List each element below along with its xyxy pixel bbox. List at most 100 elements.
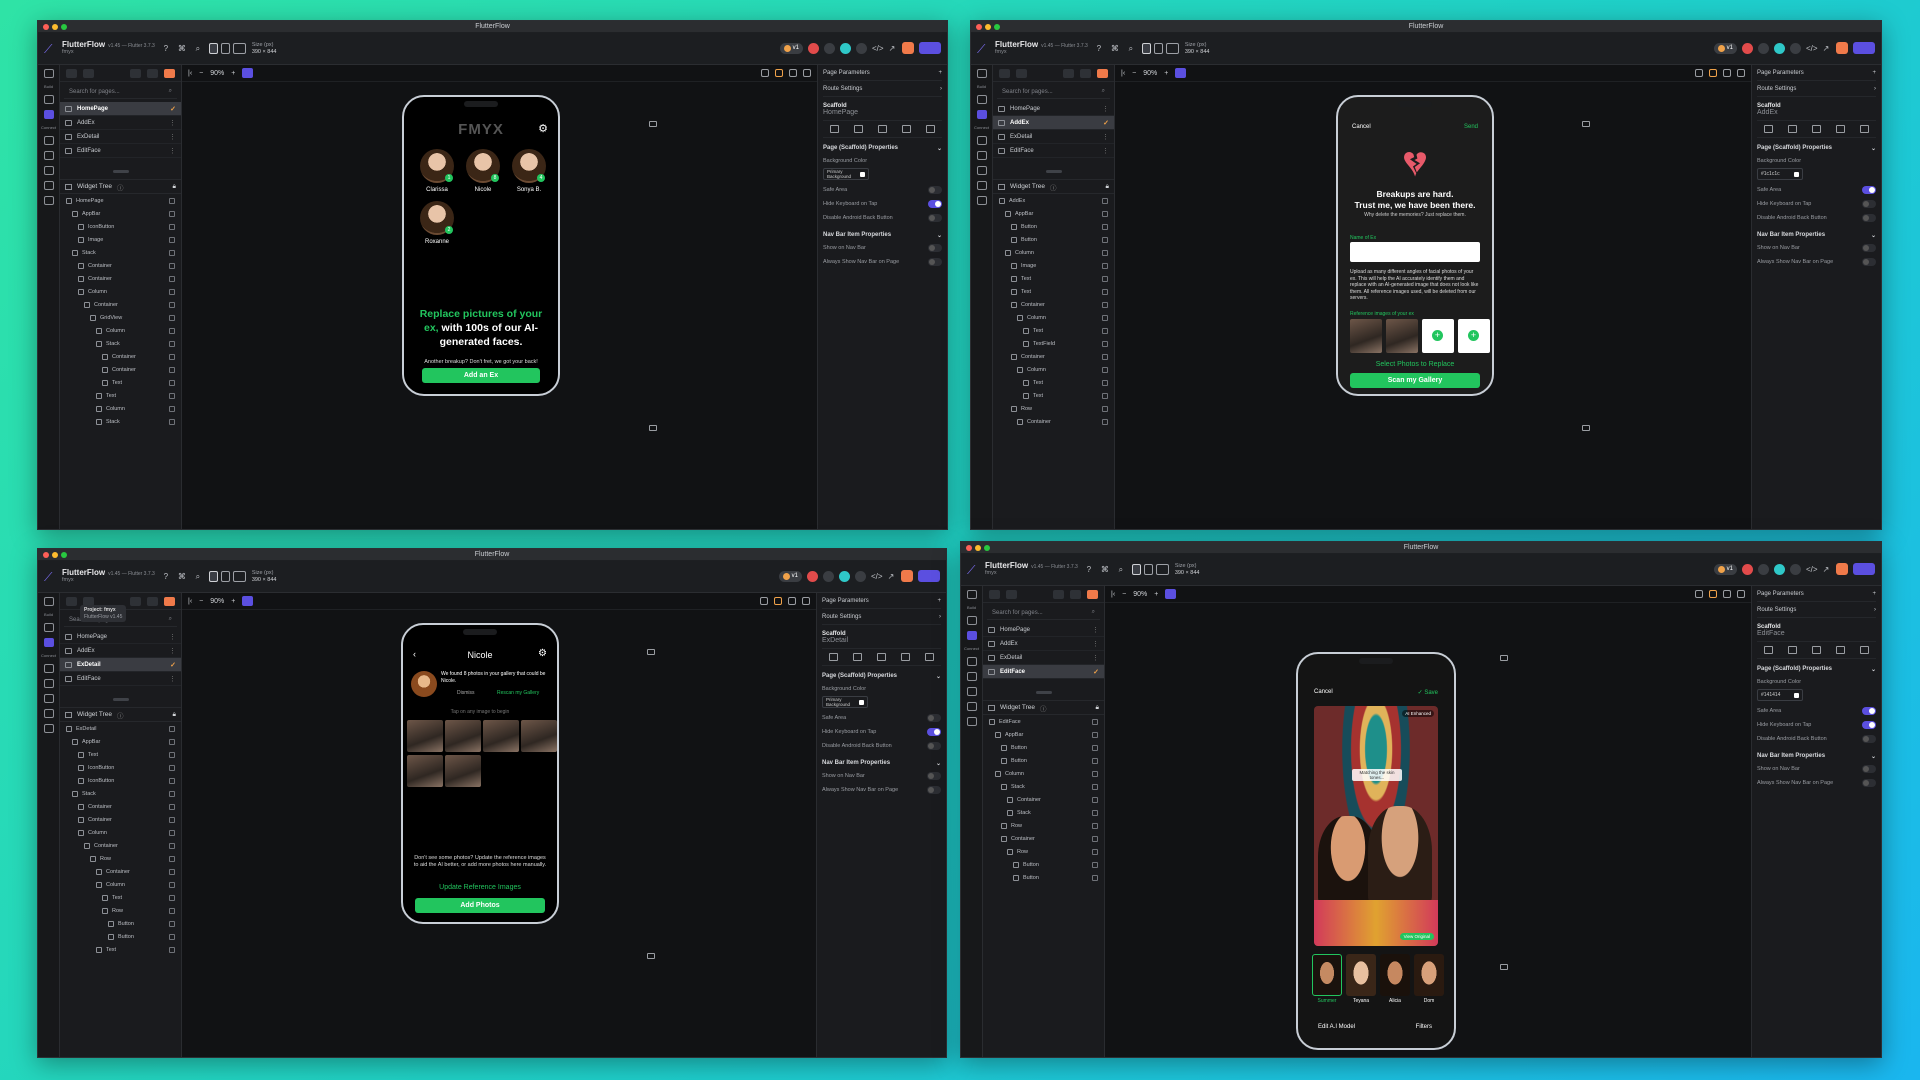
- zoom-out-button[interactable]: −: [199, 598, 203, 605]
- tree-node[interactable]: Column: [993, 363, 1114, 376]
- tree-node[interactable]: Row: [983, 819, 1104, 832]
- tree-node[interactable]: HomePage: [60, 194, 181, 207]
- tree-node[interactable]: Container: [993, 350, 1114, 363]
- name-of-ex-input[interactable]: [1350, 242, 1480, 262]
- wrap-icon[interactable]: [169, 223, 175, 230]
- wrap-icon[interactable]: [169, 210, 175, 217]
- tablet-icon[interactable]: [1723, 69, 1731, 77]
- wrap-icon[interactable]: [1102, 379, 1108, 386]
- device-selector[interactable]: [208, 571, 246, 582]
- help-icon[interactable]: ?: [161, 44, 171, 53]
- list-view-icon[interactable]: [1080, 68, 1091, 78]
- wrap-icon[interactable]: [169, 868, 175, 875]
- wrap-icon[interactable]: [1092, 874, 1098, 881]
- tree-node[interactable]: Container: [993, 298, 1114, 311]
- tree-node[interactable]: Container: [60, 259, 181, 272]
- zoom-in-button[interactable]: +: [231, 70, 235, 77]
- edit-ai-model-button[interactable]: Edit A.I Model: [1318, 1024, 1355, 1030]
- alert-icon[interactable]: [1742, 42, 1753, 54]
- frame-toggle-icon[interactable]: [647, 649, 655, 655]
- wrap-icon[interactable]: [169, 405, 175, 412]
- wrap-icon[interactable]: [169, 907, 175, 914]
- tree-node[interactable]: Stack: [983, 806, 1104, 819]
- theme-icon[interactable]: [43, 709, 54, 718]
- tree-node[interactable]: GridView: [60, 311, 181, 324]
- add-reference-button[interactable]: +: [1422, 319, 1454, 353]
- safe-area-toggle[interactable]: [1862, 186, 1876, 194]
- tree-node[interactable]: Text: [993, 285, 1114, 298]
- api-icon[interactable]: [43, 151, 54, 160]
- scaffold-properties-header[interactable]: Page (Scaffold) Properties ⌄: [1757, 142, 1876, 154]
- device-frame-icon[interactable]: [774, 597, 782, 605]
- tree-node[interactable]: Button: [983, 754, 1104, 767]
- window-controls[interactable]: [43, 552, 67, 558]
- pages-icon[interactable]: [966, 616, 977, 625]
- gear-icon[interactable]: ⚙: [538, 648, 547, 659]
- tree-node[interactable]: Container: [983, 793, 1104, 806]
- save-button[interactable]: ✓ Save: [1418, 689, 1438, 696]
- tree-node[interactable]: ExDetail: [60, 722, 181, 735]
- tree-node[interactable]: IconButton: [60, 220, 181, 233]
- tree-node[interactable]: Text: [993, 376, 1114, 389]
- wrap-icon[interactable]: [1092, 770, 1098, 777]
- theme-toggle-icon[interactable]: [761, 69, 769, 77]
- show-nav-toggle[interactable]: [927, 772, 941, 780]
- page-item-addex[interactable]: AddEx ⋮: [60, 644, 181, 658]
- theme-icon[interactable]: [976, 181, 987, 190]
- app-icon[interactable]: [976, 69, 987, 78]
- command-icon[interactable]: ⌘: [177, 44, 187, 53]
- theme-toggle-icon[interactable]: [760, 597, 768, 605]
- reference-image[interactable]: [1386, 319, 1418, 353]
- always-nav-toggle[interactable]: [1862, 779, 1876, 787]
- settings-icon[interactable]: [966, 717, 977, 726]
- safe-area-toggle[interactable]: [927, 714, 941, 722]
- wrap-icon[interactable]: [169, 816, 175, 823]
- device-frame-icon[interactable]: [1709, 69, 1717, 77]
- search-icon[interactable]: ⌕: [1116, 565, 1126, 575]
- keyboard-icon[interactable]: [647, 953, 655, 959]
- run-button[interactable]: [1853, 42, 1875, 54]
- wrap-icon[interactable]: [1092, 848, 1098, 855]
- tree-node[interactable]: Row: [60, 852, 181, 865]
- version-pill[interactable]: v1: [778, 570, 802, 582]
- tree-node[interactable]: Button: [993, 233, 1114, 246]
- page-item-exdetail[interactable]: ExDetail ✓: [60, 658, 181, 672]
- open-external-icon[interactable]: ↗: [886, 572, 896, 581]
- tree-node[interactable]: Column: [993, 246, 1114, 259]
- bg-color-picker[interactable]: #141414: [1757, 689, 1803, 701]
- wrap-icon[interactable]: [169, 790, 175, 797]
- wrap-icon[interactable]: [169, 842, 175, 849]
- tree-node[interactable]: TextField: [993, 337, 1114, 350]
- wrap-icon[interactable]: [169, 249, 175, 256]
- reference-image[interactable]: [1350, 319, 1382, 353]
- scaffold-properties-header[interactable]: Page (Scaffold) Properties ⌄: [1757, 663, 1876, 675]
- tree-node[interactable]: Text: [60, 376, 181, 389]
- code-icon[interactable]: </>: [871, 572, 883, 581]
- nav-bar-properties-header[interactable]: Nav Bar Item Properties ⌄: [1757, 750, 1876, 762]
- wrap-icon[interactable]: [1102, 366, 1108, 373]
- dismiss-button[interactable]: Dismiss: [457, 690, 475, 696]
- fit-icon[interactable]: [242, 68, 254, 78]
- zoom-in-button[interactable]: +: [1154, 591, 1158, 598]
- tree-node[interactable]: Button: [983, 871, 1104, 884]
- tree-node[interactable]: Stack: [60, 415, 181, 428]
- wrap-icon[interactable]: [1102, 236, 1108, 243]
- nav-bar-properties-header[interactable]: Nav Bar Item Properties ⌄: [822, 757, 941, 769]
- bug-icon[interactable]: [1758, 42, 1769, 54]
- cancel-button[interactable]: Cancel: [1314, 689, 1333, 695]
- tree-node[interactable]: Container: [60, 298, 181, 311]
- pages-tab-icon[interactable]: [989, 589, 1000, 599]
- wrap-icon[interactable]: [1102, 405, 1108, 412]
- page-item-homepage[interactable]: HomePage ✓: [60, 102, 181, 116]
- frame-toggle-icon[interactable]: [649, 121, 657, 127]
- bg-color-picker[interactable]: Primary Background: [823, 168, 869, 180]
- command-icon[interactable]: ⌘: [1110, 44, 1120, 53]
- face-edit-image[interactable]: [1314, 706, 1438, 946]
- property-tabs[interactable]: [822, 648, 941, 666]
- tree-node[interactable]: Stack: [60, 246, 181, 259]
- wrap-icon[interactable]: [169, 920, 175, 927]
- scaffold-properties-header[interactable]: Page (Scaffold) Properties ⌄: [822, 670, 941, 682]
- run-button[interactable]: [918, 570, 940, 582]
- page-item-editface[interactable]: EditFace ✓: [983, 665, 1104, 679]
- tree-node[interactable]: Button: [983, 858, 1104, 871]
